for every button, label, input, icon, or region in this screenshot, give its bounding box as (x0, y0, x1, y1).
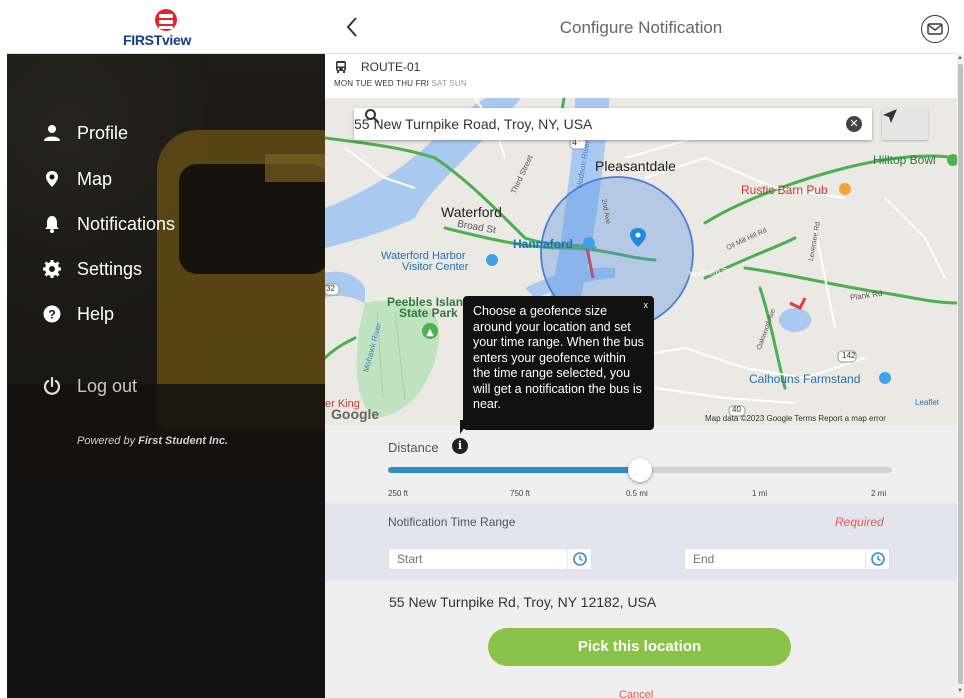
google-logo: Google (331, 406, 380, 422)
logout-button[interactable]: Log out (41, 371, 137, 401)
end-time-input[interactable] (685, 549, 855, 569)
end-clock-button[interactable] (865, 549, 889, 569)
close-icon: ✕ (849, 118, 859, 130)
map-label-state-park: State Park (399, 306, 458, 320)
cancel-button[interactable]: Cancel (619, 689, 653, 698)
bus-icon (336, 61, 346, 73)
map-label-visitor-center: Visitor Center (402, 261, 469, 273)
logo-text: FIRSTview (123, 32, 192, 48)
clear-search-button[interactable]: ✕ (846, 116, 862, 132)
powered-by-text: Powered by First Student Inc. (77, 435, 228, 447)
logout-label: Log out (77, 375, 138, 396)
help-icon: ? (41, 303, 63, 325)
distance-slider-thumb[interactable] (628, 458, 652, 482)
pick-location-button[interactable]: Pick this location (488, 628, 791, 666)
clock-icon (870, 552, 885, 566)
map-label-waterford: Waterford (441, 204, 502, 220)
map-label-hilltop-bowl: Hilltop Bowl (873, 153, 936, 167)
sidebar-item-label: Map (77, 168, 113, 189)
sidebar-item-label: Settings (77, 258, 143, 279)
mail-button[interactable] (921, 15, 949, 43)
active-days: MON TUE WED THU FRI (334, 79, 430, 88)
sidebar-item-label: Notifications (77, 213, 176, 234)
time-range-label: Notification Time Range (388, 515, 516, 529)
tooltip-text: Choose a geofence size around your locat… (473, 304, 644, 411)
firstview-logo[interactable]: FIRSTview (119, 8, 219, 48)
start-time-field[interactable] (388, 548, 592, 570)
distance-tick: 250 ft (388, 489, 409, 498)
sidebar-item-help[interactable]: ? Help (41, 299, 114, 329)
sidebar-item-map[interactable]: Map (41, 164, 112, 194)
page-title: Configure Notification (559, 18, 723, 37)
distance-label: Distance (388, 440, 439, 455)
map-pin-icon (41, 168, 63, 190)
map-label-route-32: 32 (326, 284, 335, 293)
power-icon (41, 375, 63, 397)
sidebar-item-label: Help (77, 303, 115, 324)
distance-tick: 0.5 mi (626, 489, 648, 498)
route-days: MON TUE WED THU FRI SAT SUN (334, 79, 467, 88)
mail-icon (927, 23, 943, 35)
map-label-hannaford: Hannaford (513, 237, 573, 251)
scroll-down-arrow-icon[interactable]: ▼ (957, 688, 963, 694)
bell-icon (41, 213, 63, 235)
svg-text:?: ? (48, 308, 55, 322)
route-name: ROUTE-01 (361, 60, 421, 74)
selected-address: 55 New Turnpike Rd, Troy, NY 12182, USA (389, 594, 657, 610)
tooltip-close-icon[interactable]: x (644, 298, 649, 314)
geofence-tooltip: x Choose a geofence size around your loc… (463, 296, 654, 430)
scroll-up-arrow-icon[interactable]: ▲ (957, 55, 963, 61)
search-input[interactable] (354, 116, 794, 132)
map-label-pleasantdale: Pleasantdale (595, 158, 676, 174)
search-icon (365, 109, 380, 124)
end-time-field[interactable] (684, 548, 890, 570)
app-root: FIRSTview Profile Map Notifications Sett… (0, 0, 964, 698)
required-label: Required (835, 515, 884, 529)
map-label-route-40: 40 (732, 405, 741, 414)
location-search-box: ✕ (354, 108, 872, 140)
svg-text:▲: ▲ (426, 327, 434, 338)
distance-tick: 2 mi (871, 489, 887, 498)
user-icon (41, 122, 63, 144)
time-range-section: Notification Time Range Required (325, 503, 957, 581)
distance-tick: 750 ft (510, 489, 531, 498)
sidebar-item-profile[interactable]: Profile (41, 118, 128, 148)
sidebar-item-notifications[interactable]: Notifications (41, 209, 175, 239)
sidebar-item-settings[interactable]: Settings (41, 254, 142, 284)
sidebar: FIRSTview Profile Map Notifications Sett… (7, 0, 325, 698)
info-icon[interactable]: i (452, 438, 468, 454)
inactive-days: SAT SUN (431, 79, 467, 88)
map-attribution[interactable]: Map data ©2023 Google Terms Report a map… (705, 414, 886, 423)
tooltip-arrow (460, 420, 470, 434)
navigation-arrow-icon (883, 109, 897, 123)
start-time-input[interactable] (389, 549, 559, 569)
start-clock-button[interactable] (567, 549, 591, 569)
top-bar: Configure Notification (325, 0, 957, 54)
leaflet-link[interactable]: Leaflet (915, 398, 939, 407)
route-bar: ROUTE-01 MON TUE WED THU FRI SAT SUN (325, 54, 957, 98)
distance-slider-fill (388, 467, 640, 473)
map-label-calhouns-farmstand: Calhouns Farmstand (749, 372, 861, 386)
sidebar-item-label: Profile (77, 122, 129, 143)
map-label-rustic-barn-pub: Rustic Barn Pub (741, 183, 828, 197)
sidebar-header: FIRSTview (7, 0, 325, 54)
scrollbar-thumb[interactable] (958, 64, 963, 684)
clock-icon (572, 552, 587, 566)
locate-me-button[interactable] (882, 108, 928, 140)
map-label-route-142: 142 (842, 351, 856, 360)
gear-icon (41, 258, 63, 280)
distance-tick: 1 mi (752, 489, 768, 498)
